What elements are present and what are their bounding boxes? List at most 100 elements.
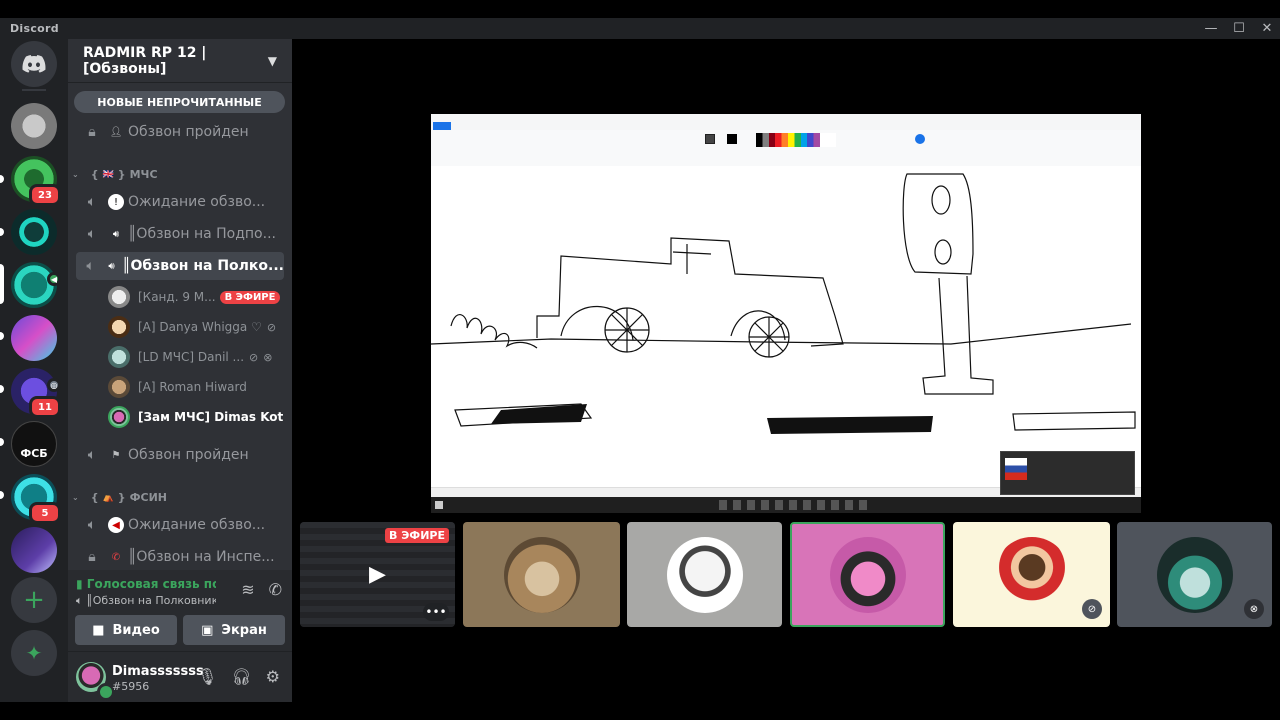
server-icon-fsb[interactable]: ФСБ	[11, 421, 57, 467]
letterbox-top	[0, 0, 1280, 18]
disconnect-icon[interactable]: ✆	[269, 580, 282, 599]
avatar	[666, 536, 743, 613]
participant-tile[interactable]	[463, 522, 620, 627]
stop-emoji-icon: ◀	[108, 517, 124, 533]
live-badge: В ЭФИРЕ	[219, 290, 281, 304]
serbia-flag-icon	[1005, 458, 1027, 480]
voice-user[interactable]: [LD МЧС] Danil ... ⊘ ⊗	[108, 344, 284, 370]
unread-pill	[0, 491, 4, 499]
unread-pill	[0, 385, 4, 393]
minimize-button[interactable]: —	[1204, 21, 1218, 36]
video-camera-icon: ▶	[369, 562, 386, 587]
speaker-icon: 🔈︎	[87, 226, 97, 242]
guild-name: RADMIR RP 12 | [Обзвоны]	[83, 44, 207, 77]
channel-name: Обзвон пройден	[128, 124, 249, 140]
microphone-icon[interactable]: 🎙︎	[197, 667, 217, 686]
screen-share-button[interactable]: ▣ Экран	[183, 615, 285, 645]
voice-user[interactable]: [Канд. 9 М... В ЭФИРЕ	[108, 284, 284, 310]
server-icon-6[interactable]: ◎ 11	[11, 368, 61, 418]
app-title: Discord	[10, 22, 59, 35]
guild-header[interactable]: RADMIR RP 12 | [Обзвоны] ▼	[68, 39, 292, 83]
channel-ozhidanie-mchs[interactable]: 🔈︎ ! Ожидание обзво...	[76, 188, 284, 216]
category-fsin[interactable]: ⌄ { ⛺ } ФСИН	[72, 491, 167, 504]
avatar	[993, 536, 1070, 613]
unread-pill	[0, 438, 4, 446]
title-bar: Discord — ☐ ✕	[0, 18, 1280, 39]
letterbox-bottom	[0, 702, 1280, 720]
live-badge: В ЭФИРЕ	[385, 528, 449, 543]
participant-tile-speaking[interactable]	[790, 522, 945, 627]
voice-user-self[interactable]: [Зам МЧС] Dimas Kotic...	[108, 404, 284, 430]
discriminator: #5956	[112, 680, 150, 693]
signal-icon: ▮	[76, 577, 83, 591]
speaker-icon: 🔈︎	[87, 447, 97, 463]
server-icon-2[interactable]: 23	[11, 156, 61, 206]
username: Dimasssssss	[112, 664, 204, 679]
maximize-button[interactable]: ☐	[1232, 21, 1246, 36]
chevron-down-icon: ▼	[267, 53, 277, 68]
camera-icon: ■	[92, 622, 105, 638]
gear-icon[interactable]: ⚙	[266, 667, 280, 686]
participant-tile[interactable]: ⊘	[953, 522, 1110, 627]
category-mchs[interactable]: ⌄ { 🇬🇧 } МЧС	[72, 168, 158, 181]
channel-ozhidanie-fsin[interactable]: 🔈︎ ◀ Ожидание обзво...	[76, 511, 284, 539]
truck-window-bar	[672, 251, 712, 255]
deafened-icon: ⊗	[1244, 599, 1264, 619]
speaker-icon: 🔈︎	[76, 594, 83, 607]
mention-badge: 23	[29, 184, 61, 206]
headphones-icon[interactable]: 🎧︎	[231, 667, 251, 686]
channel-obzvon-podpo[interactable]: 🔈︎ 🔊︎ ║Обзвон на Подпо...	[76, 220, 284, 248]
more-options-button[interactable]: •••	[423, 603, 449, 621]
voice-user[interactable]: [A] Danya Whigga ♡ ⊘	[108, 314, 284, 340]
channel-name: Ожидание обзво...	[128, 194, 266, 210]
noise-suppression-icon[interactable]: ≋	[241, 580, 254, 599]
mention-badge: 5	[29, 502, 61, 524]
home-button[interactable]	[11, 41, 57, 87]
screen-share-stream[interactable]	[431, 114, 1141, 513]
server-icon-1[interactable]	[11, 103, 57, 149]
avatar	[829, 536, 906, 613]
server-icon-3[interactable]	[11, 209, 57, 255]
server-icon-4[interactable]: ◀	[11, 262, 61, 308]
voice-channel-link[interactable]: 🔈︎ ║Обзвон на Полковник...	[76, 594, 216, 608]
voice-status[interactable]: ▮ Голосовая связь подк	[76, 577, 216, 591]
category-name: МЧС	[129, 168, 158, 181]
mic-muted-icon: ⊘	[249, 350, 259, 364]
speaker-icon: 🔈︎	[87, 517, 97, 533]
voice-stage: В ЭФИРЕ ▶ ••• ⊘ ⊗	[292, 39, 1280, 702]
avatar	[108, 376, 130, 398]
explore-servers-button[interactable]: ✦	[11, 630, 57, 676]
color-black	[727, 134, 737, 144]
stream-tile[interactable]: В ЭФИРЕ ▶ •••	[300, 522, 455, 627]
window-controls: — ☐ ✕	[1204, 18, 1274, 39]
rear-wheel-spokes	[749, 317, 789, 357]
add-server-button[interactable]: +	[11, 577, 57, 623]
server-separator	[22, 89, 46, 91]
category-name: ФСИН	[129, 491, 168, 504]
broadcast-icon: ◎	[47, 378, 61, 392]
curb-right	[1012, 411, 1136, 431]
participant-tile[interactable]: ⊗	[1117, 522, 1272, 627]
voice-user[interactable]: [A] Roman Hiward	[108, 374, 284, 400]
server-icon-5[interactable]	[11, 315, 57, 361]
close-button[interactable]: ✕	[1260, 21, 1274, 36]
avatar	[108, 286, 130, 308]
channel-obzvon-proiden-mchs[interactable]: 🔈︎ ⚑ Обзвон пройден	[76, 441, 284, 469]
server-icon-8[interactable]: 5	[11, 474, 61, 524]
unread-pill	[0, 332, 4, 340]
traffic-light-bottom-lamp	[934, 239, 952, 265]
participant-tile[interactable]	[627, 522, 782, 627]
channel-obzvon-inspe[interactable]: 🔒︎ ✆ ║Обзвон на Инспе...	[76, 543, 284, 571]
unread-pill	[0, 175, 4, 183]
new-unreads-button[interactable]: НОВЫЕ НЕПРОЧИТАННЫЕ	[74, 91, 285, 113]
speaker-icon: ◀	[47, 272, 61, 286]
channel-obzvon-proiden-top[interactable]: 🔒︎ 👤︎ Обзвон пройден	[76, 118, 284, 146]
lock-icon: 🔒︎	[88, 549, 96, 565]
video-button[interactable]: ■ Видео	[75, 615, 177, 645]
server-icon-9[interactable]	[11, 527, 57, 573]
mic-muted-icon: ⊘	[1082, 599, 1102, 619]
scribble-middle	[767, 416, 933, 434]
channel-obzvon-polko[interactable]: 🔈︎ 🔊︎ ║Обзвон на Полко...	[76, 252, 284, 280]
voice-connected-panel: ▮ Голосовая связь подк 🔈︎ ║Обзвон на Пол…	[68, 570, 292, 652]
server-rail: 23 ◀ ◎ 11 ФСБ 5 + ✦	[0, 39, 68, 702]
